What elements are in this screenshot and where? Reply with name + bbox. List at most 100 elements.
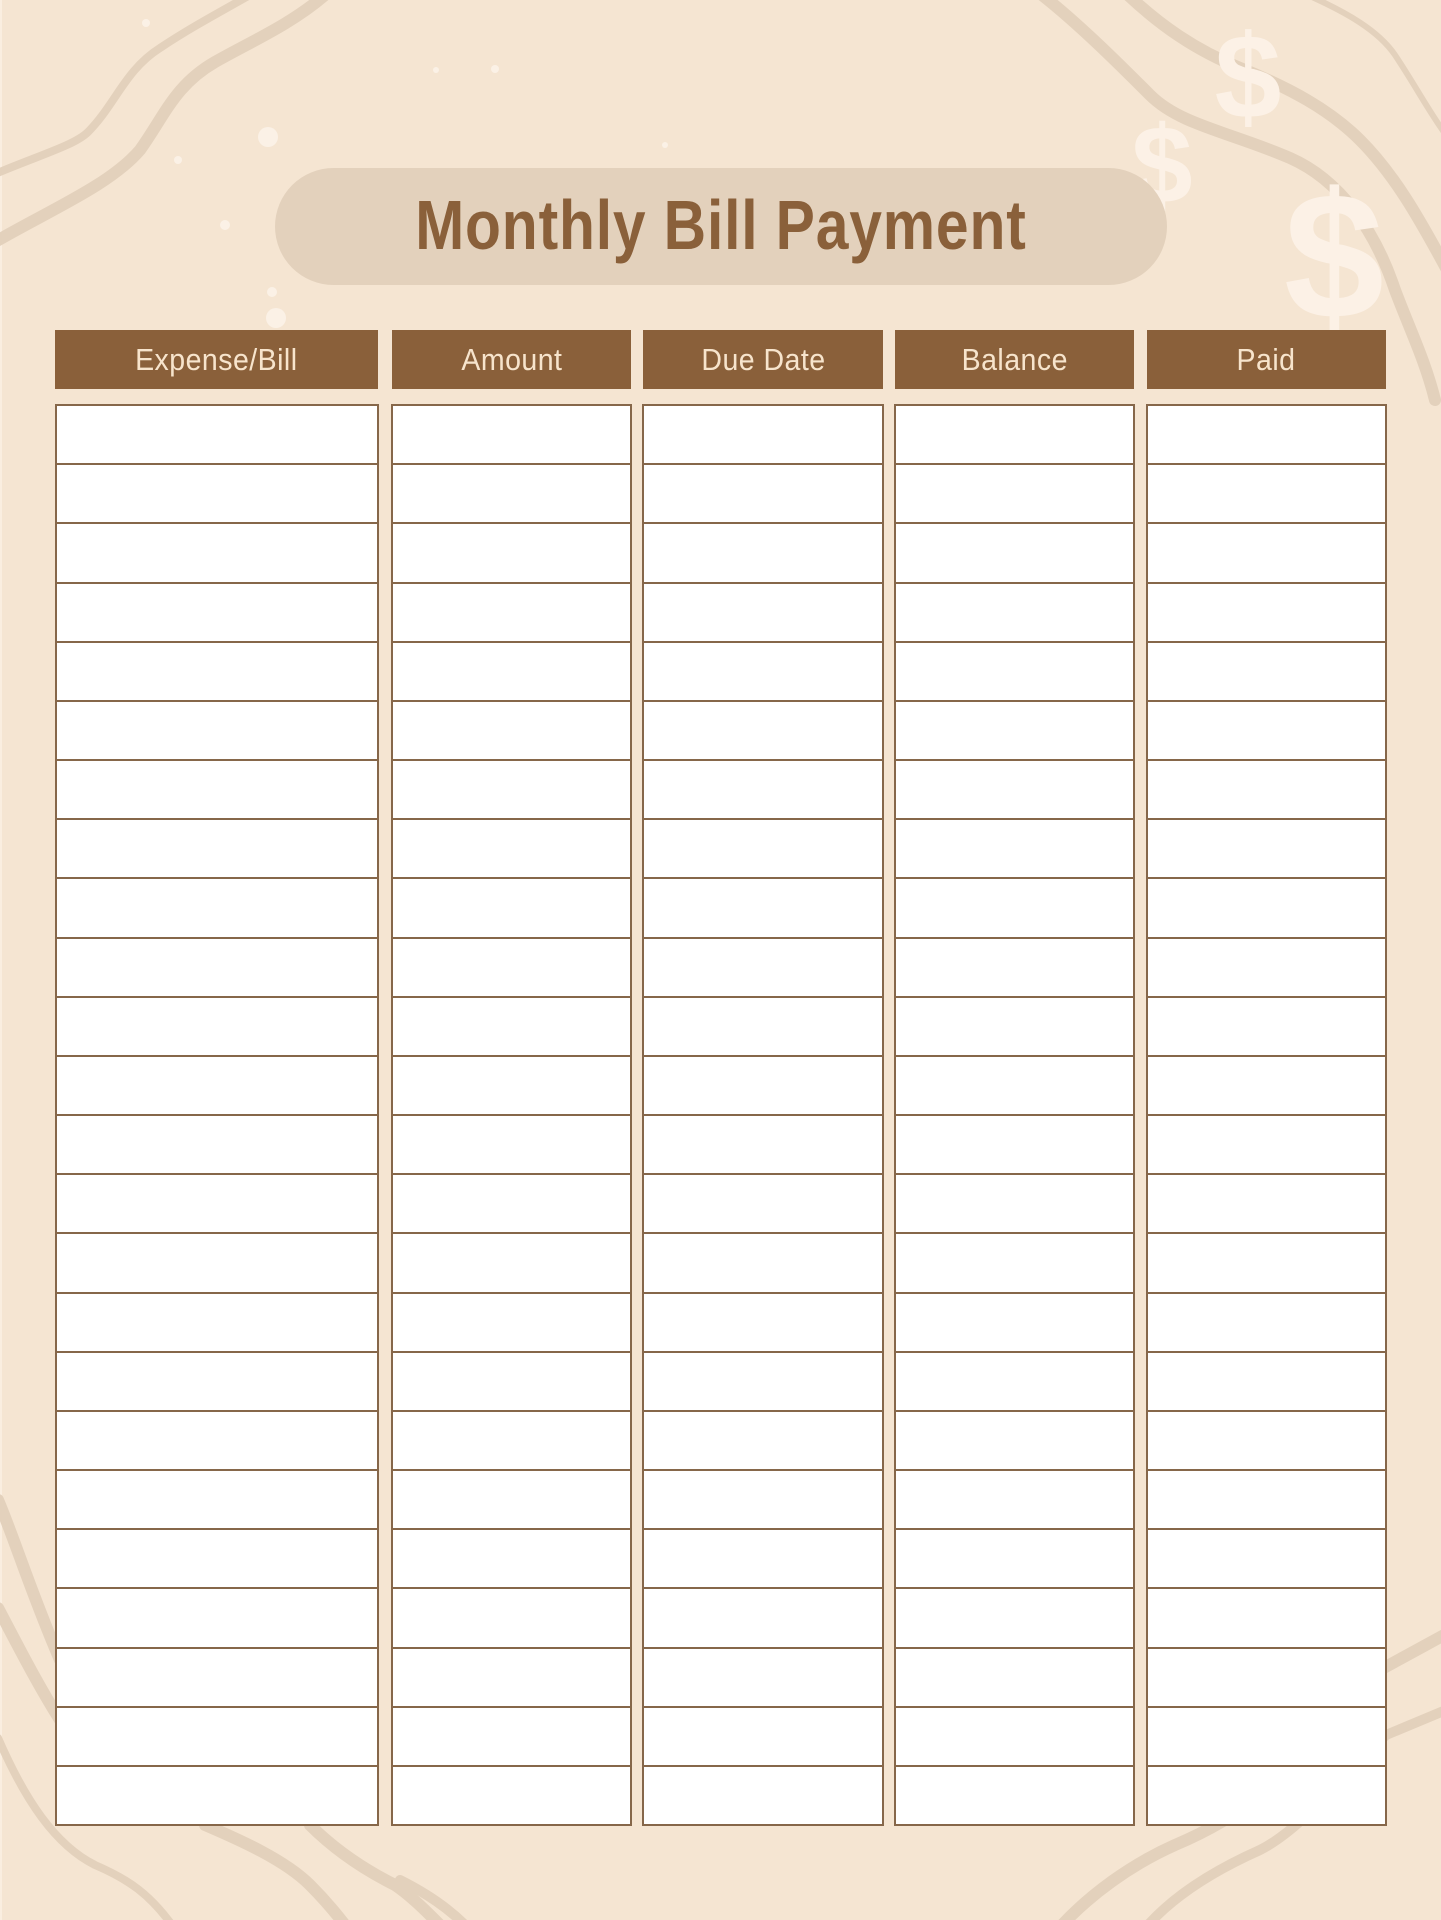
table-cell-due_date[interactable]	[644, 1057, 882, 1117]
table-cell-expense[interactable]	[57, 1708, 377, 1767]
table-cell-expense[interactable]	[57, 406, 377, 466]
table-cell-balance[interactable]	[896, 465, 1133, 525]
table-cell-balance[interactable]	[896, 761, 1133, 821]
table-cell-amount[interactable]	[393, 1767, 630, 1824]
table-cell-amount[interactable]	[393, 406, 630, 466]
table-cell-amount[interactable]	[393, 643, 630, 702]
table-cell-balance[interactable]	[896, 1530, 1133, 1590]
table-cell-amount[interactable]	[393, 1530, 630, 1590]
table-cell-balance[interactable]	[896, 1057, 1133, 1117]
table-cell-amount[interactable]	[393, 1471, 630, 1531]
table-cell-amount[interactable]	[393, 1234, 630, 1294]
table-cell-due_date[interactable]	[644, 879, 882, 939]
table-cell-amount[interactable]	[393, 1649, 630, 1708]
table-cell-paid[interactable]	[1148, 1116, 1385, 1176]
table-cell-balance[interactable]	[896, 820, 1133, 880]
table-cell-paid[interactable]	[1148, 1649, 1385, 1708]
table-cell-due_date[interactable]	[644, 643, 882, 702]
table-cell-balance[interactable]	[896, 1649, 1133, 1708]
table-cell-expense[interactable]	[57, 1649, 377, 1708]
table-cell-paid[interactable]	[1148, 1353, 1385, 1412]
table-cell-due_date[interactable]	[644, 1767, 882, 1824]
table-cell-balance[interactable]	[896, 879, 1133, 939]
table-cell-balance[interactable]	[896, 584, 1133, 643]
table-cell-expense[interactable]	[57, 702, 377, 762]
table-cell-amount[interactable]	[393, 939, 630, 998]
table-cell-due_date[interactable]	[644, 1589, 882, 1649]
table-cell-due_date[interactable]	[644, 465, 882, 525]
table-cell-expense[interactable]	[57, 1294, 377, 1353]
table-cell-paid[interactable]	[1148, 1589, 1385, 1649]
table-cell-due_date[interactable]	[644, 702, 882, 762]
table-cell-due_date[interactable]	[644, 1175, 882, 1235]
table-cell-balance[interactable]	[896, 1767, 1133, 1824]
table-cell-expense[interactable]	[57, 1589, 377, 1649]
table-cell-amount[interactable]	[393, 584, 630, 643]
table-cell-amount[interactable]	[393, 524, 630, 584]
table-cell-balance[interactable]	[896, 1412, 1133, 1472]
table-cell-expense[interactable]	[57, 1530, 377, 1590]
table-cell-balance[interactable]	[896, 1471, 1133, 1531]
table-cell-balance[interactable]	[896, 939, 1133, 998]
table-cell-balance[interactable]	[896, 406, 1133, 466]
table-cell-paid[interactable]	[1148, 1412, 1385, 1472]
table-cell-expense[interactable]	[57, 643, 377, 702]
table-cell-amount[interactable]	[393, 761, 630, 821]
table-cell-due_date[interactable]	[644, 1353, 882, 1412]
table-cell-expense[interactable]	[57, 939, 377, 998]
table-cell-due_date[interactable]	[644, 1708, 882, 1767]
table-cell-paid[interactable]	[1148, 584, 1385, 643]
table-cell-amount[interactable]	[393, 879, 630, 939]
table-cell-balance[interactable]	[896, 1294, 1133, 1353]
table-cell-paid[interactable]	[1148, 820, 1385, 880]
table-cell-expense[interactable]	[57, 761, 377, 821]
table-cell-amount[interactable]	[393, 702, 630, 762]
table-cell-amount[interactable]	[393, 820, 630, 880]
table-cell-paid[interactable]	[1148, 879, 1385, 939]
table-cell-due_date[interactable]	[644, 820, 882, 880]
table-cell-paid[interactable]	[1148, 1471, 1385, 1531]
table-cell-paid[interactable]	[1148, 524, 1385, 584]
table-cell-expense[interactable]	[57, 1116, 377, 1176]
table-cell-amount[interactable]	[393, 1294, 630, 1353]
table-cell-due_date[interactable]	[644, 761, 882, 821]
table-cell-paid[interactable]	[1148, 406, 1385, 466]
table-cell-balance[interactable]	[896, 1116, 1133, 1176]
table-cell-expense[interactable]	[57, 820, 377, 880]
table-cell-amount[interactable]	[393, 1175, 630, 1235]
table-cell-due_date[interactable]	[644, 939, 882, 998]
table-cell-amount[interactable]	[393, 998, 630, 1057]
table-cell-paid[interactable]	[1148, 939, 1385, 998]
table-cell-expense[interactable]	[57, 879, 377, 939]
table-cell-expense[interactable]	[57, 1412, 377, 1472]
table-cell-due_date[interactable]	[644, 998, 882, 1057]
table-cell-paid[interactable]	[1148, 1234, 1385, 1294]
table-cell-due_date[interactable]	[644, 1234, 882, 1294]
table-cell-paid[interactable]	[1148, 465, 1385, 525]
table-cell-expense[interactable]	[57, 1234, 377, 1294]
table-cell-amount[interactable]	[393, 1116, 630, 1176]
table-cell-expense[interactable]	[57, 584, 377, 643]
table-cell-paid[interactable]	[1148, 643, 1385, 702]
table-cell-expense[interactable]	[57, 998, 377, 1057]
table-cell-expense[interactable]	[57, 1767, 377, 1824]
table-cell-balance[interactable]	[896, 998, 1133, 1057]
table-cell-due_date[interactable]	[644, 1294, 882, 1353]
table-cell-amount[interactable]	[393, 1353, 630, 1412]
table-cell-balance[interactable]	[896, 524, 1133, 584]
table-cell-due_date[interactable]	[644, 1116, 882, 1176]
table-cell-balance[interactable]	[896, 1708, 1133, 1767]
table-cell-amount[interactable]	[393, 465, 630, 525]
table-cell-due_date[interactable]	[644, 1649, 882, 1708]
table-cell-expense[interactable]	[57, 1471, 377, 1531]
table-cell-due_date[interactable]	[644, 584, 882, 643]
table-cell-expense[interactable]	[57, 1175, 377, 1235]
table-cell-due_date[interactable]	[644, 1471, 882, 1531]
table-cell-expense[interactable]	[57, 465, 377, 525]
table-cell-balance[interactable]	[896, 643, 1133, 702]
table-cell-balance[interactable]	[896, 1234, 1133, 1294]
table-cell-paid[interactable]	[1148, 998, 1385, 1057]
table-cell-balance[interactable]	[896, 1353, 1133, 1412]
table-cell-amount[interactable]	[393, 1057, 630, 1117]
table-cell-due_date[interactable]	[644, 1412, 882, 1472]
